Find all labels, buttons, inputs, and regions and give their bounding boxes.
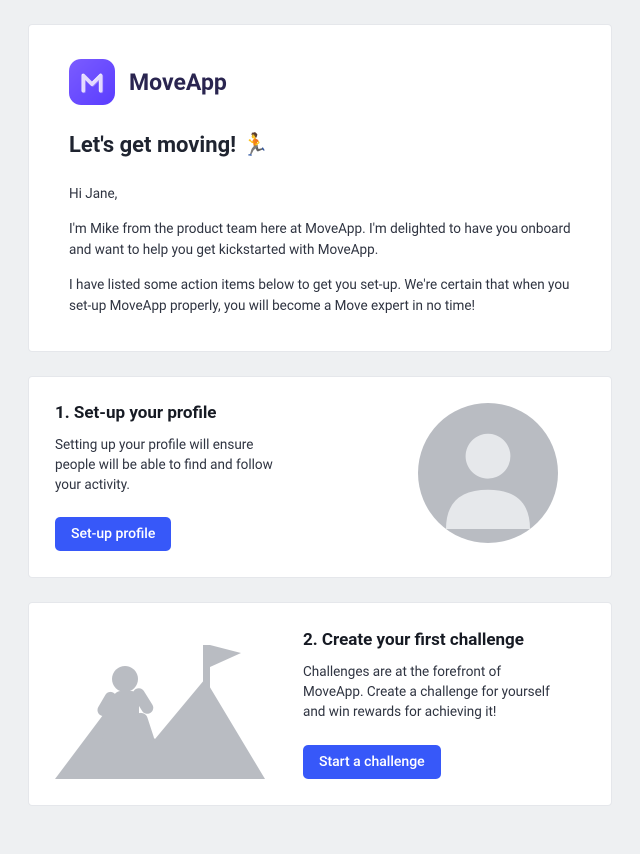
start-challenge-button[interactable]: Start a challenge (303, 745, 441, 779)
brand-name: MoveApp (129, 69, 227, 96)
avatar-placeholder-icon (418, 403, 558, 543)
step2-text: 2. Create your first challenge Challenge… (303, 630, 583, 779)
headline: Let's get moving! 🏃 (69, 133, 571, 158)
step-card-2: 2. Create your first challenge Challenge… (28, 602, 612, 806)
brand-logo-icon (69, 59, 115, 105)
step1-text: 1. Set-up your profile Setting up your p… (55, 403, 375, 552)
intro-card: MoveApp Let's get moving! 🏃 Hi Jane, I'm… (28, 24, 612, 352)
m-letter-icon (79, 69, 105, 95)
step1-desc: Setting up your profile will ensure peop… (55, 435, 295, 496)
intro-body: Hi Jane, I'm Mike from the product team … (69, 184, 571, 317)
climber-flag-icon (55, 629, 265, 779)
brand-row: MoveApp (69, 59, 571, 105)
step2-visual (55, 629, 275, 779)
intro-paragraph-1: I'm Mike from the product team here at M… (69, 219, 571, 261)
intro-greeting: Hi Jane, (69, 184, 571, 205)
email-body: MoveApp Let's get moving! 🏃 Hi Jane, I'm… (0, 0, 640, 854)
setup-profile-button[interactable]: Set-up profile (55, 517, 171, 551)
intro-paragraph-2: I have listed some action items below to… (69, 275, 571, 317)
step1-title: 1. Set-up your profile (55, 403, 375, 423)
step1-visual (403, 403, 583, 543)
step-card-1: 1. Set-up your profile Setting up your p… (28, 376, 612, 579)
step2-desc: Challenges are at the forefront of MoveA… (303, 662, 563, 723)
step2-title: 2. Create your first challenge (303, 630, 583, 650)
